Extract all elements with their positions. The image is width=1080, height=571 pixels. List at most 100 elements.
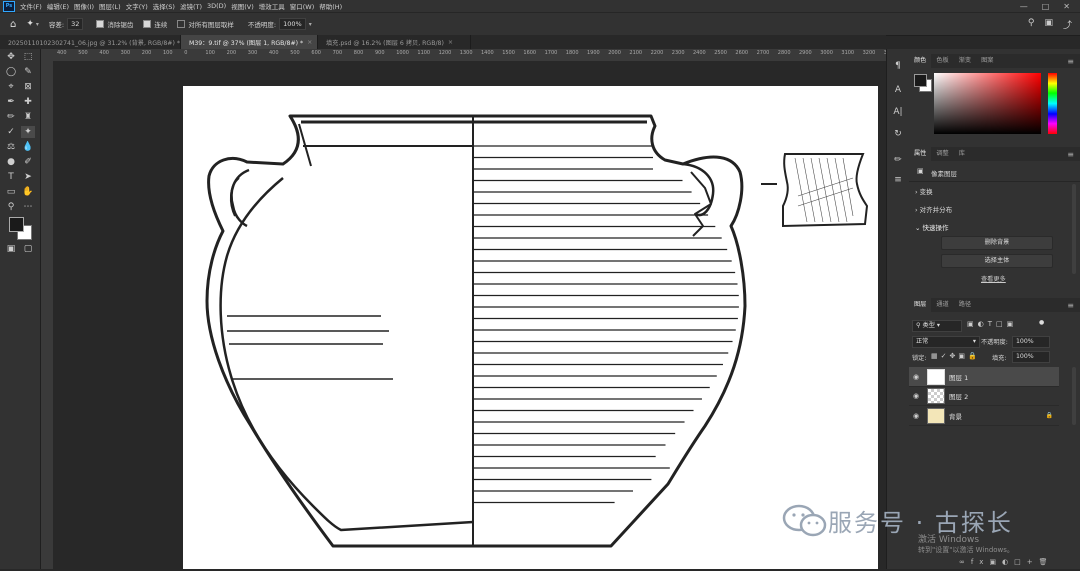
glyphs-icon[interactable]: A| — [891, 105, 905, 119]
type-tool-icon[interactable]: T — [4, 171, 18, 183]
layer-row-1[interactable]: ◉ 图层 1 — [909, 367, 1059, 387]
antialias-checkbox[interactable] — [96, 20, 105, 28]
remove-background-button[interactable]: 删除背景 — [941, 236, 1053, 250]
all-layers-checkbox[interactable] — [177, 20, 186, 28]
lock-icons[interactable]: ▦✓✥▣🔒 — [931, 352, 980, 360]
select-subject-button[interactable]: 选择主体 — [941, 254, 1053, 268]
tool-preset-dropdown-icon[interactable]: ▾ — [36, 21, 39, 28]
layer-row-background[interactable]: ◉ 背景 🔒 — [909, 406, 1059, 426]
layer-opacity-input[interactable]: 100% — [1012, 336, 1050, 348]
tab-properties[interactable]: 属性 — [909, 147, 932, 161]
color-picker-field[interactable] — [934, 73, 1041, 134]
history-icon[interactable]: ↻ — [891, 127, 905, 141]
menu-plugins[interactable]: 增效工具 — [259, 1, 285, 11]
section-transform[interactable]: › 变换 — [915, 186, 933, 196]
document-tab-2[interactable]: M39：9.tif @ 37% (图层 1, RGB/8#) * × — [181, 35, 318, 49]
zoom-tool-icon[interactable]: ⚲ — [4, 201, 18, 213]
more-tools-icon[interactable]: ⋯ — [21, 201, 35, 213]
filter-toggle-icon[interactable]: ● — [1039, 319, 1044, 326]
layer-filter-select[interactable]: ⚲ 类型 ▾ — [912, 320, 962, 332]
brush-settings-icon[interactable]: ✏ — [891, 153, 905, 167]
marquee-tool-icon[interactable]: ⬚ — [21, 51, 35, 63]
history-brush-icon[interactable]: ✓ — [4, 126, 18, 138]
share-icon[interactable]: ⤴ — [1063, 18, 1072, 31]
tab-color[interactable]: 颜色 — [909, 54, 932, 68]
panel-menu-icon[interactable]: ≡ — [1067, 150, 1074, 159]
foreground-color-swatch[interactable] — [9, 217, 24, 232]
tab-patterns[interactable]: 图案 — [976, 54, 998, 68]
hue-slider[interactable] — [1048, 73, 1057, 134]
properties-scrollbar[interactable] — [1072, 184, 1076, 274]
minimize-icon[interactable]: — — [1020, 2, 1028, 11]
hand-tool-icon[interactable]: ✋ — [21, 186, 35, 198]
magic-wand-icon[interactable]: ✦ — [21, 126, 35, 138]
menu-select[interactable]: 选择(S) — [153, 1, 175, 11]
menu-window[interactable]: 窗口(W) — [290, 1, 315, 11]
lasso-tool-icon[interactable]: ◯ — [4, 66, 18, 78]
document-tab-1[interactable]: 20250110102302741_06.jpg @ 31.2% (背景, RG… — [0, 35, 189, 49]
bucket-tool-icon[interactable]: ⚖ — [4, 141, 18, 153]
search-icon[interactable]: ⚲ — [1028, 18, 1035, 31]
layers-footer-icons[interactable]: ∞fx▣◐□+🗑 — [959, 558, 1054, 566]
layer-row-2[interactable]: ◉ 图层 2 — [909, 386, 1059, 406]
close-icon[interactable]: × — [448, 39, 453, 46]
tab-channels[interactable]: 通道 — [931, 298, 953, 312]
contiguous-checkbox[interactable] — [143, 20, 152, 28]
blur-tool-icon[interactable]: 💧 — [21, 141, 35, 153]
tab-gradients[interactable]: 渐变 — [954, 54, 976, 68]
visibility-eye-icon[interactable]: ◉ — [909, 412, 923, 420]
blend-mode-select[interactable]: 正常 ▾ — [912, 336, 980, 348]
section-quick-actions[interactable]: ⌄ 快速操作 — [915, 222, 949, 232]
menu-edit[interactable]: 编辑(E) — [47, 1, 69, 11]
quick-mask-icon[interactable]: ▣ — [4, 243, 18, 255]
menu-type[interactable]: 文字(Y) — [126, 1, 148, 11]
view-more-link[interactable]: 查看更多 — [981, 274, 1006, 283]
eyedropper-icon[interactable]: ✒ — [4, 96, 18, 108]
menu-help[interactable]: 帮助(H) — [319, 1, 342, 11]
stamp-tool-icon[interactable]: ♜ — [21, 111, 35, 123]
panel-menu-icon[interactable]: ≡ — [1067, 301, 1074, 310]
foreground-swatch[interactable] — [914, 74, 927, 87]
visibility-eye-icon[interactable]: ◉ — [909, 373, 923, 381]
tab-paths[interactable]: 路径 — [954, 298, 976, 312]
menu-view[interactable]: 视图(V) — [231, 1, 254, 11]
menu-layer[interactable]: 图层(L) — [99, 1, 121, 11]
crop-tool-icon[interactable]: ⌖ — [4, 81, 18, 93]
healing-brush-icon[interactable]: ✚ — [21, 96, 35, 108]
workspace-icon[interactable]: ▣ — [1044, 18, 1053, 31]
document-tab-3[interactable]: 填充.psd @ 16.2% (图层 6 拷贝, RGB/8) × — [318, 35, 471, 49]
layers-scrollbar[interactable] — [1072, 367, 1076, 425]
path-select-icon[interactable]: ➤ — [21, 171, 35, 183]
dodge-tool-icon[interactable]: ● — [4, 156, 18, 168]
layer-filter-icons[interactable]: ▣◐T□▣ — [967, 320, 1017, 328]
frame-tool-icon[interactable]: ⊠ — [21, 81, 35, 93]
menu-3d[interactable]: 3D(D) — [207, 2, 226, 10]
pen-tool-icon[interactable]: ✐ — [21, 156, 35, 168]
maximize-icon[interactable]: □ — [1042, 2, 1050, 11]
paragraph-icon[interactable]: ¶ — [891, 59, 905, 73]
menu-image[interactable]: 图像(I) — [74, 1, 94, 11]
panel-menu-icon[interactable]: ≡ — [1067, 57, 1074, 66]
tab-swatches[interactable]: 色板 — [931, 54, 953, 68]
document-canvas[interactable] — [183, 86, 878, 569]
tab-libraries[interactable]: 库 — [954, 147, 970, 161]
rectangle-tool-icon[interactable]: ▭ — [4, 186, 18, 198]
move-tool-icon[interactable]: ✥ — [4, 51, 18, 63]
adjustments-icon[interactable]: ≡ — [891, 173, 905, 187]
home-icon[interactable]: ⌂ — [10, 19, 16, 30]
menu-filter[interactable]: 滤镜(T) — [180, 1, 202, 11]
brush-tool-icon[interactable]: ✏ — [4, 111, 18, 123]
tab-layers[interactable]: 图层 — [909, 298, 932, 312]
object-select-icon[interactable]: ✎ — [21, 66, 35, 78]
magic-wand-tool-icon[interactable]: ✦ — [26, 19, 34, 29]
screen-mode-icon[interactable]: ▢ — [21, 243, 35, 255]
section-align[interactable]: › 对齐并分布 — [915, 204, 952, 214]
visibility-eye-icon[interactable]: ◉ — [909, 392, 923, 400]
tolerance-input[interactable]: 32 — [67, 18, 84, 30]
character-icon[interactable]: A — [891, 83, 905, 97]
tab-adjustments[interactable]: 调整 — [931, 147, 953, 161]
opacity-dropdown-icon[interactable]: ▾ — [309, 21, 312, 28]
close-icon[interactable]: × — [307, 39, 312, 46]
close-icon[interactable]: ✕ — [1063, 2, 1070, 11]
fill-input[interactable]: 100% — [1012, 351, 1050, 363]
